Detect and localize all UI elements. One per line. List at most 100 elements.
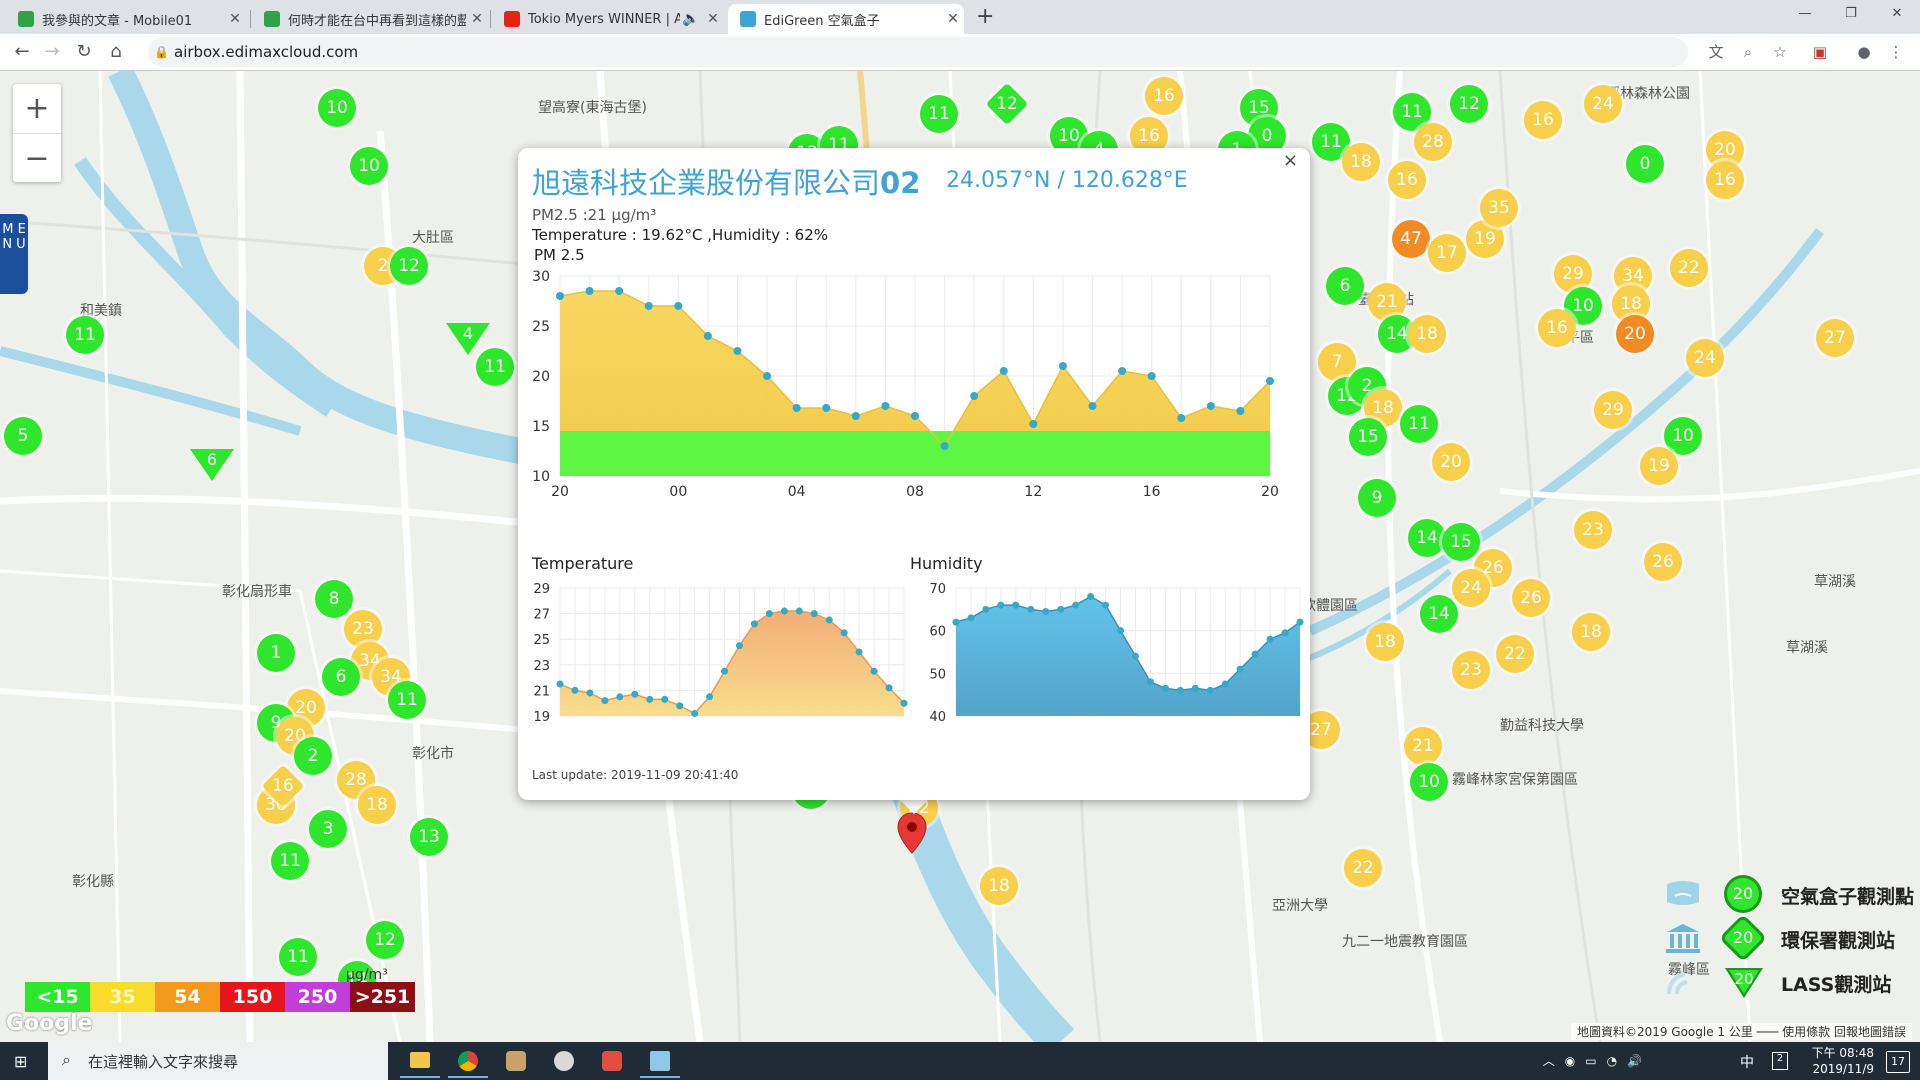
airbox-marker[interactable]: 22 (1344, 849, 1382, 887)
translate-icon[interactable]: 文 (1704, 40, 1728, 64)
keyboard-icon[interactable]: 2 (1772, 1052, 1788, 1070)
chrome-icon[interactable] (448, 1046, 488, 1078)
system-tray-icons[interactable]: ︿◉▭◔🔊 (1543, 1052, 1652, 1069)
airbox-marker[interactable]: 5 (4, 417, 42, 455)
airbox-marker[interactable]: 19 (1640, 447, 1678, 485)
taskbar-search[interactable]: ⌕ 在這裡輸入文字來搜尋 (48, 1042, 388, 1080)
restore-button[interactable]: ❐ (1828, 0, 1874, 30)
windows-start-icon[interactable]: ⊞ (14, 1052, 32, 1071)
app-icon[interactable] (496, 1046, 536, 1078)
airbox-marker[interactable]: 6 (322, 658, 360, 696)
tab-close-icon[interactable]: ✕ (942, 11, 964, 27)
airbox-marker[interactable]: 18 (980, 867, 1018, 905)
airbox-marker[interactable]: 47 (1392, 220, 1430, 258)
home-icon[interactable]: ⌂ (104, 40, 128, 64)
airbox-marker[interactable]: 3 (309, 810, 347, 848)
taskbar-clock[interactable]: 下午 08:48 2019/11/9 (1812, 1045, 1874, 1077)
airbox-marker[interactable]: 14 (1420, 595, 1458, 633)
lass-station-marker[interactable]: 4 (446, 323, 490, 355)
airbox-marker[interactable]: 26 (1644, 543, 1682, 581)
airbox-marker[interactable]: 11 (388, 681, 426, 719)
airbox-marker[interactable]: 35 (1480, 189, 1518, 227)
airbox-marker[interactable]: 20 (1432, 443, 1470, 481)
airbox-marker[interactable]: 10 (350, 147, 388, 185)
airbox-marker[interactable]: 16 (1145, 77, 1183, 115)
airbox-marker[interactable]: 26 (1512, 579, 1550, 617)
airbox-marker[interactable]: 15 (1349, 418, 1387, 456)
back-arrow-icon[interactable]: ← (10, 40, 34, 64)
airbox-marker[interactable]: 28 (1414, 123, 1452, 161)
bookmark-star-icon[interactable]: ☆ (1768, 40, 1792, 64)
airbox-marker[interactable]: 16 (1524, 101, 1562, 139)
address-bar[interactable]: 🔒 airbox.edimaxcloud.com (148, 37, 1688, 67)
airbox-marker[interactable]: 21 (1404, 727, 1442, 765)
speaker-icon[interactable]: 🔈 (680, 11, 702, 27)
app-icon[interactable] (640, 1046, 680, 1078)
lass-station-marker[interactable]: 6 (190, 449, 234, 481)
airbox-marker[interactable]: 1 (257, 634, 295, 672)
airbox-marker[interactable]: 10 (318, 89, 356, 127)
zoom-out-button[interactable]: − (13, 134, 61, 183)
notification-icon[interactable]: 17 (1886, 1051, 1910, 1073)
zoom-in-button[interactable]: + (13, 84, 61, 134)
airbox-marker[interactable]: 13 (410, 818, 448, 856)
airbox-marker[interactable]: 22 (1496, 635, 1534, 673)
tab-close-icon[interactable]: ✕ (224, 11, 246, 27)
browser-tab-2[interactable]: 何時才能在台中再看到這樣的藍天 ✕ (252, 4, 488, 34)
new-tab-button[interactable]: + (976, 4, 994, 29)
airbox-marker[interactable]: 16 (1388, 161, 1426, 199)
account-icon[interactable]: ● (1852, 40, 1876, 64)
airbox-marker[interactable]: 11 (920, 95, 958, 133)
extension-icon[interactable]: ▣ (1808, 40, 1832, 64)
airbox-marker[interactable]: 29 (1594, 391, 1632, 429)
airbox-marker[interactable]: 11 (1400, 405, 1438, 443)
airbox-marker[interactable]: 20 (1616, 315, 1654, 353)
file-explorer-icon[interactable] (400, 1046, 440, 1078)
airbox-marker[interactable]: 9 (1358, 479, 1396, 517)
airbox-marker[interactable]: 0 (1626, 145, 1664, 183)
close-window-button[interactable]: ✕ (1874, 0, 1920, 30)
airbox-marker[interactable]: 12 (366, 921, 404, 959)
minimize-button[interactable]: — (1782, 0, 1828, 30)
tab-close-icon[interactable]: ✕ (702, 11, 724, 27)
airbox-marker[interactable]: 18 (358, 786, 396, 824)
airbox-marker[interactable]: 11 (279, 938, 317, 976)
location-pin-icon[interactable] (896, 811, 928, 855)
zoom-icon[interactable]: ⌕ (1736, 40, 1760, 64)
airbox-marker[interactable]: 18 (1366, 623, 1404, 661)
airbox-marker[interactable]: 16 (1706, 161, 1744, 199)
airbox-marker[interactable]: 12 (1450, 85, 1488, 123)
airbox-marker[interactable]: 11 (66, 316, 104, 354)
airbox-marker[interactable]: 22 (1670, 249, 1708, 287)
airbox-marker[interactable]: 18 (1572, 613, 1610, 651)
airbox-marker[interactable]: 17 (1428, 234, 1466, 272)
menu-button[interactable]: M E N U (0, 214, 28, 294)
more-menu-icon[interactable]: ⋮ (1884, 40, 1908, 64)
airbox-marker[interactable]: 8 (315, 580, 353, 618)
airbox-marker[interactable]: 27 (1816, 319, 1854, 357)
airbox-marker[interactable]: 6 (1326, 267, 1364, 305)
popup-close-button[interactable]: × (1283, 150, 1298, 171)
airbox-marker[interactable]: 24 (1452, 569, 1490, 607)
app-icon[interactable] (544, 1046, 584, 1078)
airbox-marker[interactable]: 10 (1410, 763, 1448, 801)
airbox-marker[interactable]: 24 (1584, 85, 1622, 123)
tab-close-icon[interactable]: ✕ (466, 11, 488, 27)
airbox-marker[interactable]: 24 (1686, 339, 1724, 377)
app-icon[interactable] (592, 1046, 632, 1078)
browser-tab-1[interactable]: 我參與的文章 - Mobile01 ✕ (6, 4, 246, 34)
airbox-marker[interactable]: 18 (1408, 315, 1446, 353)
browser-tab-3[interactable]: Tokio Myers WINNER | ALL 🔈 ✕ (492, 4, 724, 34)
airbox-marker[interactable]: 14 (1408, 519, 1446, 557)
airbox-marker[interactable]: 23 (1574, 511, 1612, 549)
airbox-marker[interactable]: 12 (390, 247, 428, 285)
reload-icon[interactable]: ↻ (72, 40, 96, 64)
airbox-marker[interactable]: 23 (1452, 651, 1490, 689)
browser-tab-4[interactable]: EdiGreen 空氣盒子 ✕ (728, 4, 964, 34)
forward-arrow-icon[interactable]: → (40, 40, 64, 64)
airbox-marker[interactable]: 18 (1342, 143, 1380, 181)
airbox-marker[interactable]: 2 (294, 737, 332, 775)
airbox-marker[interactable]: 11 (271, 842, 309, 880)
airbox-marker[interactable]: 16 (1538, 309, 1576, 347)
ime-indicator[interactable]: 中 (1740, 1052, 1754, 1072)
